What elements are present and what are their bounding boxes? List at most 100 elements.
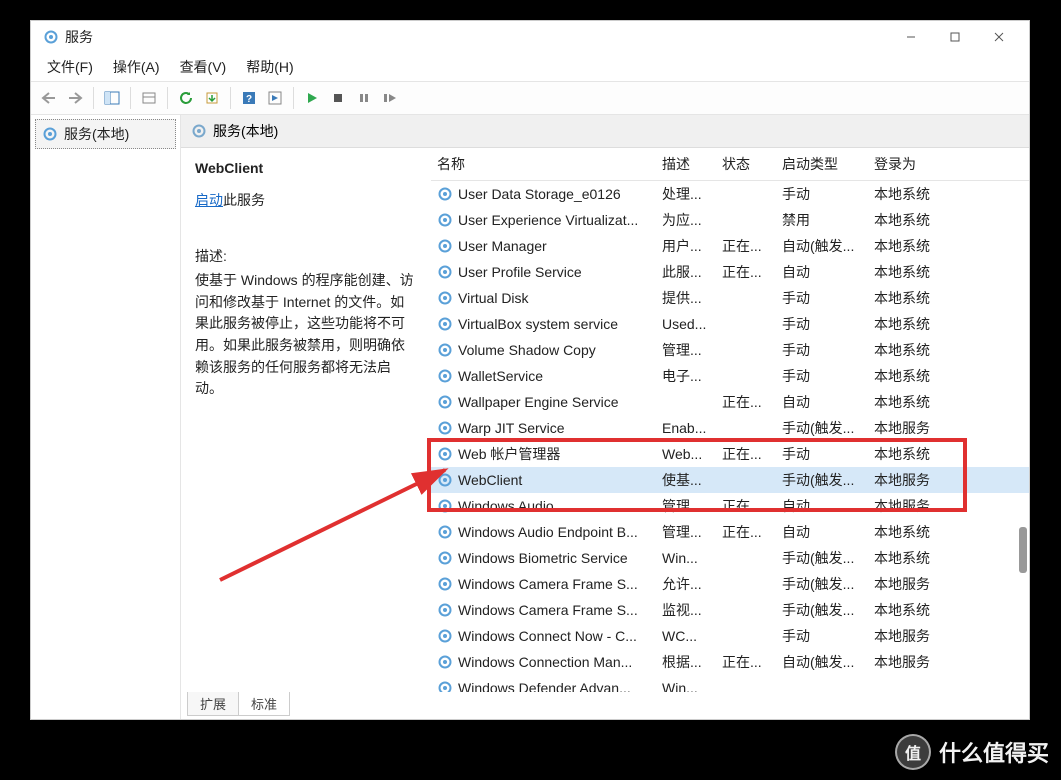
menu-view[interactable]: 查看(V): [170, 54, 237, 80]
gear-icon: [191, 123, 207, 139]
svc-desc: 根据...: [656, 652, 716, 672]
table-row[interactable]: Windows Audio管理...正在...自动本地服务: [431, 493, 1029, 519]
table-row[interactable]: VirtualBox system serviceUsed...手动本地系统: [431, 311, 1029, 337]
refresh-button[interactable]: [174, 86, 198, 110]
nav-forward-button[interactable]: [63, 86, 87, 110]
start-service-button[interactable]: [300, 86, 324, 110]
tree-services-local[interactable]: 服务(本地): [35, 119, 176, 149]
svc-status: 正在...: [716, 496, 776, 516]
svc-start: 手动: [776, 366, 868, 386]
table-row[interactable]: Virtual Disk提供...手动本地系统: [431, 285, 1029, 311]
watermark: 值 什么值得买: [895, 734, 1049, 770]
svc-start: 手动: [776, 288, 868, 308]
toolbar-divider: [130, 87, 131, 109]
col-logon[interactable]: 登录为: [868, 154, 950, 174]
help-button[interactable]: ?: [237, 86, 261, 110]
svc-status: 正在...: [716, 522, 776, 542]
table-row[interactable]: Windows Camera Frame S...监视...手动(触发...本地…: [431, 597, 1029, 623]
table-row[interactable]: Volume Shadow Copy管理...手动本地系统: [431, 337, 1029, 363]
toolbar-extra-button[interactable]: [263, 86, 287, 110]
table-row[interactable]: Windows Audio Endpoint B...管理...正在...自动本…: [431, 519, 1029, 545]
table-row[interactable]: WebClient使基...手动(触发...本地服务: [431, 467, 1029, 493]
gear-icon: [437, 368, 453, 384]
svc-status: 正在...: [716, 444, 776, 464]
table-row[interactable]: Windows Connection Man...根据...正在...自动(触发…: [431, 649, 1029, 675]
gear-icon: [437, 264, 453, 280]
table-row[interactable]: WalletService电子...手动本地系统: [431, 363, 1029, 389]
toolbar-divider: [93, 87, 94, 109]
svc-name: Windows Audio Endpoint B...: [458, 524, 638, 540]
tree-item-label: 服务(本地): [64, 124, 129, 144]
svc-desc: 管理...: [656, 522, 716, 542]
table-row[interactable]: Windows Camera Frame S...允许...手动(触发...本地…: [431, 571, 1029, 597]
gear-icon: [437, 394, 453, 410]
svc-name: Windows Connect Now - C...: [458, 628, 637, 644]
svc-logon: 本地服务: [868, 496, 950, 516]
svc-logon: 本地系统: [868, 314, 950, 334]
table-row[interactable]: User Manager用户...正在...自动(触发...本地系统: [431, 233, 1029, 259]
col-start[interactable]: 启动类型: [776, 154, 868, 174]
svc-logon: 本地服务: [868, 626, 950, 646]
menu-action[interactable]: 操作(A): [103, 54, 170, 80]
gear-icon: [437, 602, 453, 618]
svc-logon: 本地服务: [868, 652, 950, 672]
close-button[interactable]: [977, 21, 1021, 53]
restart-service-button[interactable]: [378, 86, 402, 110]
maximize-button[interactable]: [933, 21, 977, 53]
tree-pane: 服务(本地): [31, 115, 181, 719]
svc-desc: 提供...: [656, 288, 716, 308]
stop-service-button[interactable]: [326, 86, 350, 110]
scrollbar-thumb[interactable]: [1019, 527, 1027, 573]
col-status[interactable]: 状态: [716, 154, 776, 174]
start-service-link[interactable]: 启动: [195, 192, 223, 208]
menu-file[interactable]: 文件(F): [37, 54, 103, 80]
table-row[interactable]: User Data Storage_e0126处理...手动本地系统: [431, 181, 1029, 207]
svc-logon: 本地系统: [868, 600, 950, 620]
svc-start: 自动(触发...: [776, 652, 868, 672]
gear-icon: [437, 290, 453, 306]
toolbar-divider: [167, 87, 168, 109]
svc-start: 手动: [776, 444, 868, 464]
properties-button[interactable]: [137, 86, 161, 110]
menu-help[interactable]: 帮助(H): [236, 54, 303, 80]
right-pane: 服务(本地) WebClient 启动此服务 描述: 使基于 Windows 的…: [181, 115, 1029, 719]
gear-icon: [437, 550, 453, 566]
export-list-button[interactable]: [200, 86, 224, 110]
table-row[interactable]: User Profile Service此服...正在...自动本地系统: [431, 259, 1029, 285]
table-row[interactable]: Windows Connect Now - C...WC...手动本地服务: [431, 623, 1029, 649]
table-row[interactable]: Web 帐户管理器Web...正在...手动本地系统: [431, 441, 1029, 467]
svc-start: 自动: [776, 392, 868, 412]
svc-logon: 本地系统: [868, 366, 950, 386]
col-name[interactable]: 名称: [431, 154, 656, 174]
table-row[interactable]: Warp JIT ServiceEnab...手动(触发...本地服务: [431, 415, 1029, 441]
svc-name: Warp JIT Service: [458, 420, 565, 436]
gear-icon: [437, 472, 453, 488]
description-label: 描述:: [195, 246, 417, 266]
svc-logon: 本地系统: [868, 340, 950, 360]
svc-name: Volume Shadow Copy: [458, 342, 596, 358]
tab-standard[interactable]: 标准: [238, 692, 290, 716]
gear-icon: [437, 238, 453, 254]
tab-extended[interactable]: 扩展: [187, 692, 239, 716]
minimize-button[interactable]: [889, 21, 933, 53]
table-row[interactable]: Windows Defender Advan...Win...: [431, 675, 1029, 692]
services-window: 服务 文件(F) 操作(A) 查看(V) 帮助(H) ?: [30, 20, 1030, 720]
start-suffix: 此服务: [223, 192, 265, 208]
svc-status: 正在...: [716, 652, 776, 672]
table-row[interactable]: User Experience Virtualizat...为应...禁用本地系…: [431, 207, 1029, 233]
svc-status: 正在...: [716, 262, 776, 282]
table-row[interactable]: Windows Biometric ServiceWin...手动(触发...本…: [431, 545, 1029, 571]
svc-desc: 允许...: [656, 574, 716, 594]
svc-desc: 管理...: [656, 340, 716, 360]
service-list[interactable]: User Data Storage_e0126处理...手动本地系统User E…: [431, 181, 1029, 692]
nav-back-button[interactable]: [37, 86, 61, 110]
svc-desc: Win...: [656, 680, 716, 692]
col-desc[interactable]: 描述: [656, 154, 716, 174]
gear-icon: [437, 446, 453, 462]
description-body: 使基于 Windows 的程序能创建、访问和修改基于 Internet 的文件。…: [195, 270, 417, 400]
pause-service-button[interactable]: [352, 86, 376, 110]
svc-logon: 本地系统: [868, 444, 950, 464]
svc-name: Windows Camera Frame S...: [458, 602, 638, 618]
table-row[interactable]: Wallpaper Engine Service正在...自动本地系统: [431, 389, 1029, 415]
show-hide-tree-button[interactable]: [100, 86, 124, 110]
